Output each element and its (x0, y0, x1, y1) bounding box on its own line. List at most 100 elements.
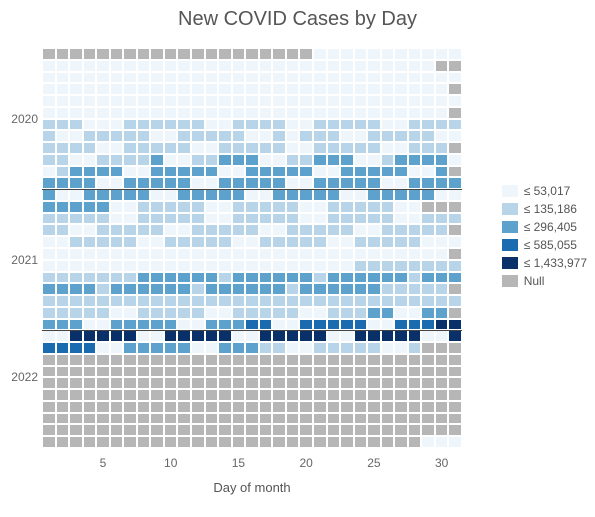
heatmap-cell (381, 166, 395, 178)
heatmap-cell (150, 295, 164, 307)
heatmap-cell (177, 295, 191, 307)
heatmap-cell (272, 72, 286, 84)
heatmap-cell (313, 260, 327, 272)
heatmap-cell (137, 142, 151, 154)
y-axis-tick-label: 2020 (4, 112, 38, 126)
heatmap-cell (56, 95, 70, 107)
heatmap-cell (42, 354, 56, 366)
heatmap-cell (272, 283, 286, 295)
heatmap-cell (421, 389, 435, 401)
legend-swatch (502, 257, 518, 269)
heatmap-cell (205, 307, 219, 319)
heatmap-cell (313, 83, 327, 95)
heatmap-cell (83, 177, 97, 189)
heatmap-cell (299, 60, 313, 72)
heatmap-cell (83, 201, 97, 213)
heatmap-cell (259, 413, 273, 425)
heatmap-cell (218, 142, 232, 154)
heatmap-cell (69, 166, 83, 178)
heatmap-cell (408, 119, 422, 131)
heatmap-cell (205, 189, 219, 201)
heatmap-cell (123, 248, 137, 260)
heatmap-cell (367, 95, 381, 107)
heatmap-cell (56, 48, 70, 60)
heatmap-cell (205, 107, 219, 119)
heatmap-cell (123, 401, 137, 413)
heatmap-cell (83, 354, 97, 366)
heatmap-cell (232, 236, 246, 248)
heatmap-cell (56, 295, 70, 307)
heatmap-cell (56, 272, 70, 284)
heatmap-cell (421, 366, 435, 378)
heatmap-cell (137, 283, 151, 295)
heatmap-cell (69, 389, 83, 401)
heatmap-cell (381, 213, 395, 225)
heatmap-cell (421, 107, 435, 119)
heatmap-cell (137, 354, 151, 366)
heatmap-cell (123, 424, 137, 436)
heatmap-cell (69, 236, 83, 248)
heatmap-cell (448, 366, 462, 378)
heatmap-cell (177, 260, 191, 272)
heatmap-cell (96, 272, 110, 284)
heatmap-cell (205, 60, 219, 72)
heatmap-cell (367, 48, 381, 60)
heatmap-cell (245, 295, 259, 307)
heatmap-cell (299, 213, 313, 225)
heatmap-cell (421, 401, 435, 413)
heatmap-cell (164, 413, 178, 425)
heatmap-cell (123, 413, 137, 425)
heatmap-cell (327, 224, 341, 236)
heatmap-cell (83, 130, 97, 142)
heatmap-cell (96, 319, 110, 331)
heatmap-cell (286, 107, 300, 119)
heatmap-cell (205, 236, 219, 248)
heatmap-cell (327, 295, 341, 307)
heatmap-cell (191, 213, 205, 225)
heatmap-cell (69, 248, 83, 260)
heatmap-cell (259, 154, 273, 166)
heatmap-cell (96, 283, 110, 295)
heatmap-cell (259, 213, 273, 225)
legend-label: ≤ 296,405 (524, 220, 577, 234)
heatmap-cell (367, 260, 381, 272)
heatmap-cell (191, 377, 205, 389)
heatmap-cell (286, 154, 300, 166)
heatmap-cell (408, 248, 422, 260)
heatmap-cell (245, 366, 259, 378)
heatmap-cell (137, 154, 151, 166)
heatmap-cell (150, 177, 164, 189)
heatmap-cell (137, 166, 151, 178)
heatmap-cell (218, 130, 232, 142)
heatmap-cell (83, 389, 97, 401)
heatmap-cell (205, 248, 219, 260)
heatmap-cell (394, 401, 408, 413)
heatmap-cell (394, 260, 408, 272)
heatmap-cell (340, 119, 354, 131)
heatmap-cell (408, 83, 422, 95)
heatmap-cell (259, 389, 273, 401)
heatmap-cell (340, 107, 354, 119)
heatmap-cell (435, 330, 449, 342)
heatmap-cell (164, 177, 178, 189)
heatmap-cell (164, 377, 178, 389)
heatmap-cell (69, 119, 83, 131)
heatmap-cell (110, 201, 124, 213)
heatmap-cell (354, 177, 368, 189)
heatmap-cell (191, 72, 205, 84)
heatmap-cell (272, 95, 286, 107)
heatmap-cell (123, 130, 137, 142)
heatmap-cell (394, 95, 408, 107)
heatmap-cell (83, 213, 97, 225)
heatmap-cell (367, 83, 381, 95)
heatmap-cell (110, 48, 124, 60)
heatmap-cell (96, 130, 110, 142)
heatmap-cell (286, 83, 300, 95)
heatmap-cell (110, 60, 124, 72)
heatmap-cell (313, 213, 327, 225)
heatmap-cell (272, 83, 286, 95)
heatmap-cell (299, 201, 313, 213)
heatmap-cell (164, 307, 178, 319)
heatmap-cell (299, 236, 313, 248)
heatmap-cell (435, 354, 449, 366)
